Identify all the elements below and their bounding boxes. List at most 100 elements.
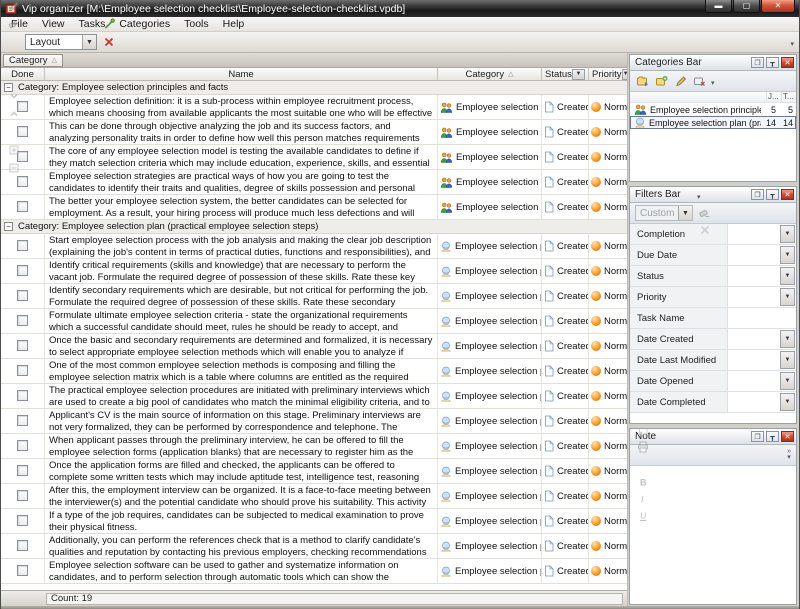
task-done-checkbox[interactable]	[17, 390, 28, 401]
task-row[interactable]: When applicant passes through the prelim…	[1, 434, 627, 459]
filter-dropdown-button[interactable]: ▼	[780, 330, 795, 348]
category-list-item[interactable]: Employee selection principles and facts5…	[630, 103, 796, 116]
task-row[interactable]: Once the application forms are filled an…	[1, 459, 627, 484]
move-down-button[interactable]	[4, 87, 23, 105]
task-done-checkbox[interactable]	[17, 340, 28, 351]
filter-value-field[interactable]	[728, 245, 779, 265]
task-done-checkbox[interactable]	[17, 540, 28, 551]
task-done-checkbox[interactable]	[17, 201, 28, 212]
filter-dropdown-button[interactable]: ▼	[780, 393, 795, 411]
edit-category-button[interactable]	[671, 73, 690, 90]
categories-bar-header[interactable]: Categories Bar ❐ ┳ ✕	[630, 55, 796, 71]
edit-task-button[interactable]	[4, 0, 23, 15]
filter-value-field[interactable]	[728, 224, 779, 244]
filter-preset-combobox[interactable]: Custom ▼	[635, 205, 693, 221]
filter-value-field[interactable]	[728, 266, 779, 286]
filter-dropdown-button[interactable]: ▼	[780, 246, 795, 264]
expand-all-button[interactable]	[4, 141, 23, 159]
maximize-button[interactable]: ▢	[733, 0, 760, 13]
new-subcategory-button[interactable]	[652, 73, 671, 90]
underline-button[interactable]: U	[633, 507, 652, 524]
column-header-done[interactable]: Done	[1, 68, 45, 80]
task-done-checkbox[interactable]	[17, 490, 28, 501]
column-header-name[interactable]: Name	[45, 68, 438, 80]
menu-categories[interactable]: Categories	[112, 17, 177, 32]
group-header-row[interactable]: −Category: Employee selection principles…	[1, 81, 627, 95]
toolbar-overflow-icon[interactable]: »▾	[787, 449, 793, 461]
task-row[interactable]: This can be done through objective analy…	[1, 120, 627, 145]
move-up-button[interactable]	[4, 105, 23, 123]
collapse-all-button[interactable]	[4, 159, 23, 177]
toolbar-overflow-icon[interactable]: ▾	[709, 77, 717, 91]
italic-button[interactable]: I	[633, 490, 652, 507]
column-header-category[interactable]: Category△	[438, 68, 542, 80]
task-row[interactable]: Once the basic and secondary requirement…	[1, 334, 627, 359]
filter-value-field[interactable]	[728, 371, 779, 391]
group-header-row[interactable]: −Category: Employee selection plan (prac…	[1, 220, 627, 234]
task-row[interactable]: Employee selection software can be used …	[1, 559, 627, 584]
delete-task-button[interactable]	[4, 15, 23, 33]
task-done-checkbox[interactable]	[17, 440, 28, 451]
task-done-checkbox[interactable]	[17, 290, 28, 301]
print-button[interactable]	[633, 438, 652, 455]
delete-layout-button[interactable]	[99, 33, 118, 51]
collapse-group-icon[interactable]: −	[4, 222, 13, 231]
task-row[interactable]: Formulate ultimate employee selection cr…	[1, 309, 627, 334]
float-panel-icon[interactable]: ❐	[751, 431, 764, 442]
clear-filter-button[interactable]	[695, 205, 714, 222]
filter-value-field[interactable]	[728, 287, 779, 307]
task-row[interactable]: Additionally, you can perform the refere…	[1, 534, 627, 559]
status-filter-button[interactable]: ▼	[572, 69, 585, 80]
pin-panel-icon[interactable]: ┳	[766, 57, 779, 68]
filter-preset-dropdown[interactable]: ▼	[678, 206, 692, 220]
group-by-category-chip[interactable]: Category △	[3, 54, 63, 67]
toolbar-overflow-icon[interactable]: ▾	[695, 194, 703, 201]
delete-category-button[interactable]	[690, 73, 709, 90]
task-done-checkbox[interactable]	[17, 365, 28, 376]
bold-button[interactable]: B	[633, 473, 652, 490]
filter-dropdown-button[interactable]: ▼	[780, 351, 795, 369]
task-row[interactable]: The practical employee selection procedu…	[1, 384, 627, 409]
note-header[interactable]: Note ❐ ┳ ✕	[630, 429, 796, 445]
task-done-checkbox[interactable]	[17, 126, 28, 137]
pin-panel-icon[interactable]: ┳	[766, 431, 779, 442]
close-panel-icon[interactable]: ✕	[781, 431, 794, 442]
menu-view[interactable]: View	[35, 17, 72, 32]
task-row[interactable]: Employee selection definition: it is a s…	[1, 95, 627, 120]
task-done-checkbox[interactable]	[17, 515, 28, 526]
task-done-checkbox[interactable]	[17, 265, 28, 276]
layout-combobox[interactable]: Layout ▼	[25, 34, 97, 50]
page-button[interactable]	[633, 428, 652, 438]
close-panel-icon[interactable]: ✕	[781, 189, 794, 200]
task-row[interactable]: If a type of the job requires, candidate…	[1, 509, 627, 534]
delete-filter-button[interactable]	[695, 222, 714, 239]
task-row[interactable]: After this, the employment interview can…	[1, 484, 627, 509]
filter-dropdown-button[interactable]: ▼	[780, 225, 795, 243]
filter-value-field[interactable]	[728, 308, 796, 328]
pin-panel-icon[interactable]: ┳	[766, 189, 779, 200]
filter-dropdown-button[interactable]: ▼	[780, 267, 795, 285]
task-row[interactable]: Applicant's CV is the main source of inf…	[1, 409, 627, 434]
layout-combobox-dropdown[interactable]: ▼	[82, 35, 96, 49]
task-row[interactable]: The better your employee selection syste…	[1, 195, 627, 220]
toolbar-overflow-icon[interactable]: ▾	[788, 38, 796, 52]
task-done-checkbox[interactable]	[17, 315, 28, 326]
task-row[interactable]: Identify critical requirements (skills a…	[1, 259, 627, 284]
task-done-checkbox[interactable]	[17, 415, 28, 426]
category-list-item[interactable]: Employee selection plan (practical emplo…	[630, 116, 796, 129]
customize-layout-button[interactable]	[99, 15, 118, 33]
filter-value-field[interactable]	[728, 329, 779, 349]
note-editor[interactable]	[630, 466, 796, 604]
float-panel-icon[interactable]: ❐	[751, 57, 764, 68]
float-panel-icon[interactable]: ❐	[751, 189, 764, 200]
close-panel-icon[interactable]: ✕	[781, 57, 794, 68]
task-done-checkbox[interactable]	[17, 465, 28, 476]
task-row[interactable]: The core of any employee selection model…	[1, 145, 627, 170]
filter-value-field[interactable]	[728, 350, 779, 370]
task-row[interactable]: Identify secondary requirements which ar…	[1, 284, 627, 309]
task-done-checkbox[interactable]	[17, 176, 28, 187]
filter-value-field[interactable]	[728, 392, 779, 412]
column-header-priority[interactable]: Priority▼	[589, 68, 627, 80]
task-done-checkbox[interactable]	[17, 240, 28, 251]
new-category-button[interactable]	[633, 73, 652, 90]
